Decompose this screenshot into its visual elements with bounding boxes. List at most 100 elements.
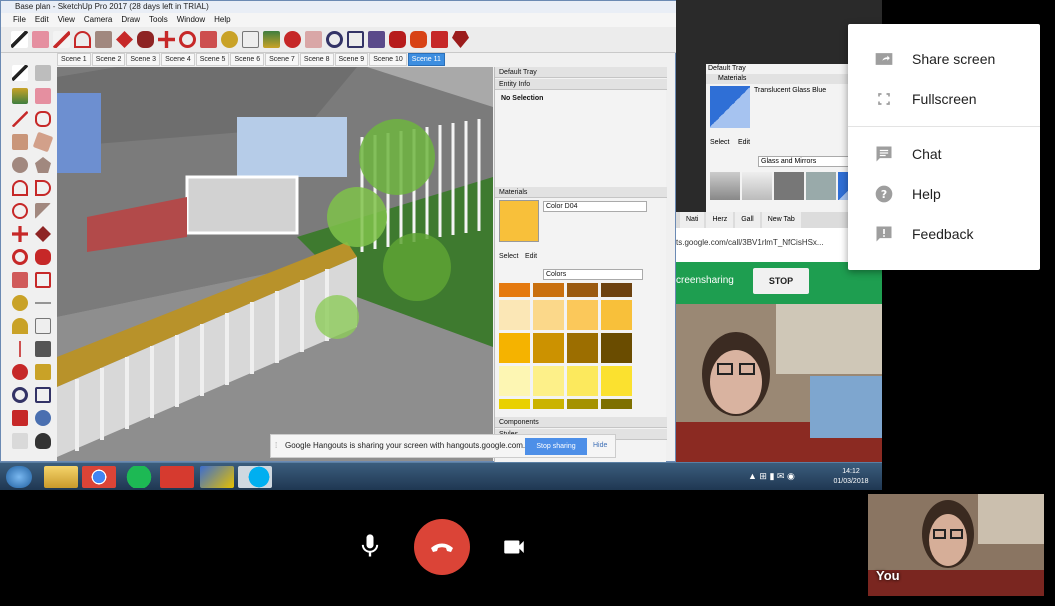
follow-me-tool-icon[interactable] (35, 249, 51, 265)
swatch[interactable] (499, 399, 530, 409)
arc-tool-icon[interactable] (74, 31, 91, 48)
file-explorer-icon[interactable] (44, 466, 78, 488)
swatch[interactable] (601, 399, 632, 409)
scene-tab[interactable]: Scene 6 (230, 53, 265, 66)
material-name-field[interactable]: Color D04 (543, 201, 647, 212)
3d-text-icon[interactable] (35, 341, 51, 357)
scene-tab[interactable]: Scene 7 (265, 53, 299, 66)
pan-tool-icon[interactable] (35, 364, 51, 380)
swatch[interactable] (533, 333, 564, 363)
circle-tool-icon[interactable] (12, 157, 28, 173)
clock[interactable]: 14:12 01/03/2018 (822, 467, 880, 487)
second-tab-edit[interactable]: Edit (738, 139, 750, 146)
two-point-arc-icon[interactable] (35, 180, 51, 196)
orbit-tool-icon[interactable] (284, 31, 301, 48)
polygon-tool-icon[interactable] (35, 157, 51, 173)
menu-edit[interactable]: Edit (35, 13, 49, 27)
menu-window[interactable]: Window (177, 13, 205, 27)
pie-tool-icon[interactable] (35, 203, 51, 219)
menu-view[interactable]: View (58, 13, 75, 27)
swatch[interactable] (499, 300, 530, 330)
paint-bucket-icon[interactable] (263, 31, 280, 48)
push-pull-tool-icon[interactable] (116, 31, 133, 48)
rectangle-tool-icon[interactable] (95, 31, 112, 48)
rotate-tool-icon[interactable] (12, 249, 28, 265)
warehouse-icon[interactable] (389, 31, 406, 48)
browser-url[interactable]: ts.google.com/call/3BV1rlmT_NfCisHSx... (676, 238, 824, 247)
dimension-tool-icon[interactable] (35, 302, 51, 304)
second-library-dropdown[interactable]: Glass and Mirrors (758, 156, 858, 167)
tab-edit[interactable]: Edit (525, 252, 537, 261)
swatch[interactable] (499, 366, 530, 396)
menu-item-fullscreen[interactable]: Fullscreen (848, 79, 1040, 119)
stop-sharing-button[interactable]: Stop sharing (525, 438, 587, 455)
scene-tab[interactable]: Scene 10 (369, 53, 407, 66)
zoom-extents-icon[interactable] (368, 31, 385, 48)
text-tool-icon[interactable] (242, 31, 259, 48)
rectangle-tool-icon[interactable] (12, 134, 28, 150)
stop-button[interactable]: STOP (753, 268, 809, 294)
move-tool-icon[interactable] (158, 31, 175, 48)
swatch[interactable] (567, 366, 598, 396)
swatch[interactable] (499, 283, 530, 297)
select-tool-icon[interactable] (12, 65, 28, 81)
skype-icon[interactable] (244, 466, 274, 488)
scene-tab[interactable]: Scene 3 (126, 53, 161, 66)
offset-tool-icon[interactable] (35, 272, 51, 288)
swatch[interactable] (601, 333, 632, 363)
model-viewport[interactable] (57, 67, 493, 461)
browser-tab[interactable]: New Tab (761, 212, 801, 228)
zoom-window-icon[interactable] (347, 31, 364, 48)
swatch[interactable] (567, 300, 598, 330)
menu-item-share-screen[interactable]: Share screen (848, 39, 1040, 79)
pencil-tool-icon[interactable] (53, 31, 70, 48)
layout-icon[interactable] (431, 31, 448, 48)
zoom-tool-icon[interactable] (12, 387, 28, 403)
scene-tab[interactable]: Scene 1 (57, 53, 91, 66)
protractor-icon[interactable] (12, 318, 28, 334)
position-camera-icon[interactable] (12, 433, 28, 449)
freehand-tool-icon[interactable] (35, 111, 51, 127)
zoom-tool-icon[interactable] (326, 31, 343, 48)
scale-tool-icon[interactable] (200, 31, 217, 48)
scene-tab[interactable]: Scene 5 (195, 53, 230, 66)
library-dropdown[interactable]: Colors (543, 269, 643, 280)
tab-select[interactable]: Select (499, 252, 518, 261)
menu-item-feedback[interactable]: Feedback (848, 214, 1040, 254)
swatch[interactable] (774, 172, 804, 200)
ruby-icon[interactable] (452, 31, 469, 48)
menu-item-help[interactable]: ? Help (848, 174, 1040, 214)
browser-tab[interactable]: Gall (735, 212, 760, 228)
menu-camera[interactable]: Camera (84, 13, 112, 27)
entity-info-header[interactable]: Entity Info (495, 79, 667, 90)
menu-tools[interactable]: Tools (149, 13, 168, 27)
materials-header[interactable]: Materials (495, 187, 667, 198)
swatch[interactable] (533, 300, 564, 330)
start-button-icon[interactable] (6, 466, 32, 488)
arc-tool-icon[interactable] (12, 180, 28, 196)
paint-bucket-icon[interactable] (12, 88, 28, 104)
tape-measure-icon[interactable] (221, 31, 238, 48)
swatch[interactable] (533, 399, 564, 409)
scene-tab-active[interactable]: Scene 11 (407, 53, 445, 66)
swatch[interactable] (601, 366, 632, 396)
swatch[interactable] (806, 172, 836, 200)
camera-button[interactable] (501, 534, 527, 560)
scene-tab[interactable]: Scene 9 (334, 53, 369, 66)
line-tool-icon[interactable] (12, 111, 28, 127)
zoom-window-icon[interactable] (35, 387, 51, 403)
rotate-tool-icon[interactable] (179, 31, 196, 48)
previous-view-icon[interactable] (35, 410, 51, 426)
tray-icons[interactable]: ▲ ⊞ ▮ ✉ ◉ (748, 471, 808, 483)
app-icon[interactable] (200, 466, 234, 488)
swatch[interactable] (601, 300, 632, 330)
end-call-button[interactable] (414, 519, 470, 575)
hide-button[interactable]: Hide (593, 435, 607, 457)
swatch[interactable] (567, 333, 598, 363)
pan-tool-icon[interactable] (305, 31, 322, 48)
second-tab-select[interactable]: Select (710, 139, 729, 146)
swatch[interactable] (601, 283, 632, 297)
select-tool-icon[interactable] (11, 31, 28, 48)
push-pull-tool-icon[interactable] (35, 226, 51, 242)
swatch[interactable] (742, 172, 772, 200)
